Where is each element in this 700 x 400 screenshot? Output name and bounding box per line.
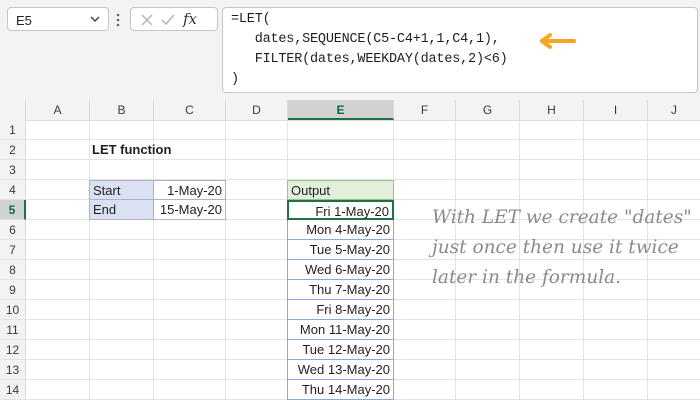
explanation-note: With LET we create "dates" just once the…: [432, 207, 692, 288]
output-cell[interactable]: Wed 13-May-20: [287, 360, 394, 380]
formula-line: dates,SEQUENCE(C5-C4+1,1,C4,1),: [231, 32, 500, 47]
column-header-d[interactable]: D: [226, 100, 288, 120]
column-header-j[interactable]: J: [648, 100, 700, 120]
column-headers: A B C D E F G H I J: [26, 100, 700, 121]
gridline: [89, 120, 90, 400]
formula-line: FILTER(dates,WEEKDAY(dates,2)<6): [231, 52, 508, 67]
column-header-b[interactable]: B: [90, 100, 154, 120]
column-header-e[interactable]: E: [288, 100, 394, 120]
formula-input[interactable]: =LET( dates,SEQUENCE(C5-C4+1,1,C4,1), FI…: [222, 7, 698, 93]
enter-icon[interactable]: [160, 12, 176, 28]
column-header-f[interactable]: F: [394, 100, 456, 120]
more-options-icon[interactable]: [116, 12, 120, 28]
row-header-12[interactable]: 12: [0, 340, 26, 360]
row-header-7[interactable]: 7: [0, 240, 26, 260]
row-header-13[interactable]: 13: [0, 360, 26, 380]
row-header-10[interactable]: 10: [0, 300, 26, 320]
column-header-c[interactable]: C: [154, 100, 226, 120]
column-header-h[interactable]: H: [520, 100, 584, 120]
output-cell[interactable]: Fri 8-May-20: [287, 300, 394, 320]
formula-line: =LET(: [231, 12, 271, 27]
output-cell[interactable]: Tue 12-May-20: [287, 340, 394, 360]
insert-function-icon[interactable]: fx: [183, 10, 197, 28]
column-header-g[interactable]: G: [456, 100, 520, 120]
select-all-corner[interactable]: [0, 100, 26, 120]
row-header-2[interactable]: 2: [0, 140, 26, 160]
row-header-14[interactable]: 14: [0, 380, 26, 400]
row-header-1[interactable]: 1: [0, 120, 26, 140]
row-header-9[interactable]: 9: [0, 280, 26, 300]
formula-buttons: fx: [130, 7, 218, 31]
output-cell[interactable]: Mon 11-May-20: [287, 320, 394, 340]
row-header-11[interactable]: 11: [0, 320, 26, 340]
chevron-down-icon[interactable]: [88, 12, 102, 26]
row-header-3[interactable]: 3: [0, 160, 26, 180]
gridline: [153, 120, 154, 400]
row-header-4[interactable]: 4: [0, 180, 26, 200]
formula-line: ): [231, 72, 239, 87]
name-box-value: E5: [16, 13, 32, 28]
column-header-a[interactable]: A: [26, 100, 90, 120]
output-header-cell[interactable]: Output: [287, 180, 394, 200]
end-label-cell[interactable]: End: [89, 200, 154, 220]
output-cell[interactable]: Fri 1-May-20: [287, 200, 394, 220]
cancel-icon[interactable]: [139, 12, 155, 28]
output-cell[interactable]: Wed 6-May-20: [287, 260, 394, 280]
end-value-cell[interactable]: 15-May-20: [153, 200, 226, 220]
column-header-i[interactable]: I: [584, 100, 648, 120]
row-header-5[interactable]: 5: [0, 200, 26, 220]
row-header-8[interactable]: 8: [0, 260, 26, 280]
name-box[interactable]: E5: [7, 7, 109, 31]
arrow-left-icon: [540, 33, 576, 49]
output-cell[interactable]: Thu 7-May-20: [287, 280, 394, 300]
output-cell[interactable]: Tue 5-May-20: [287, 240, 394, 260]
start-value-cell[interactable]: 1-May-20: [153, 180, 226, 200]
start-label-cell[interactable]: Start: [89, 180, 154, 200]
gridline: [225, 120, 226, 400]
output-cell[interactable]: Mon 4-May-20: [287, 220, 394, 240]
sheet-title[interactable]: LET function: [89, 140, 229, 160]
formula-bar-area: E5 fx =LET( dates,SEQUENCE(C5-C4+1,1,C4,…: [0, 0, 700, 101]
row-header-6[interactable]: 6: [0, 220, 26, 240]
output-cell[interactable]: Thu 14-May-20: [287, 380, 394, 400]
